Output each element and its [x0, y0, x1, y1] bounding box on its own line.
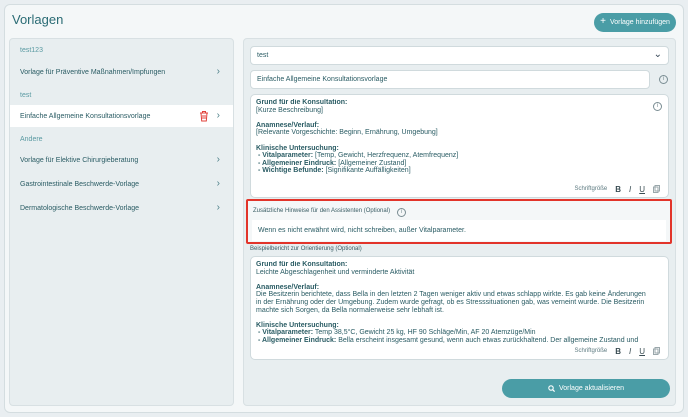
example-report-content[interactable]: Grund für die Konsultation: Leichte Abges…: [256, 261, 650, 345]
editor-line: [Kurze Beschreibung]: [256, 107, 650, 115]
group-title-test123: test123: [20, 47, 43, 54]
trash-icon[interactable]: [199, 110, 209, 122]
editor-line-text: Temp 38,5°C, Gewicht 25 kg, HF 90 Schläg…: [313, 329, 536, 337]
font-size-dropdown[interactable]: Schriftgröße: [575, 186, 608, 192]
underline-button[interactable]: U: [639, 347, 645, 356]
copy-icon[interactable]: [653, 185, 660, 193]
assistant-hints-section: Zusätzliche Hinweise für den Assistenten…: [246, 199, 672, 244]
template-item-preventive[interactable]: Vorlage für Präventive Maßnahmen/Impfung…: [10, 61, 233, 83]
editor-line-text: [Relevante Vorgeschichte: Beginn, Ernähr…: [256, 129, 438, 137]
template-item-general-consultation[interactable]: Einfache Allgemeine Konsultationsvorlage…: [10, 105, 233, 127]
editor-line: - Allgemeiner Eindruck: [Allgemeiner Zus…: [256, 160, 650, 168]
editor-line-text: [Kurze Beschreibung]: [256, 106, 323, 114]
editor-line-text: [Allgemeiner Zustand]: [336, 159, 407, 167]
chevron-right-icon: ›: [216, 110, 220, 121]
editor-line-text: [Signifikante Auffälligkeiten]: [323, 167, 411, 175]
font-size-dropdown[interactable]: Schriftgröße: [575, 348, 608, 354]
editor-line-text: Leichte Abgeschlagenheit und verminderte…: [256, 268, 415, 276]
editor-line: Die Besitzerin berichtete, dass Bella in…: [256, 291, 650, 314]
template-item-label: Gastrointestinale Beschwerde-Vorlage: [20, 180, 140, 188]
template-list: test123 Vorlage für Präventive Maßnahmen…: [9, 38, 234, 406]
editor-line: [256, 137, 650, 145]
chevron-down-icon: ⌄: [653, 49, 662, 60]
template-item-label: Vorlage für Elektive Chirurgieberatung: [20, 156, 139, 164]
template-item-label: Einfache Allgemeine Konsultationsvorlage: [20, 112, 151, 120]
editor-line: - Vitalparameter: Temp 38,5°C, Gewicht 2…: [256, 329, 650, 337]
editor-line-heading: Grund für die Konsultation:: [256, 261, 348, 268]
info-icon[interactable]: i: [659, 75, 668, 84]
editor-line-heading: Anamnese/Verlauf:: [256, 283, 320, 291]
template-item-label: Vorlage für Präventive Maßnahmen/Impfung…: [20, 68, 166, 76]
editor-line: Leichte Abgeschlagenheit und verminderte…: [256, 269, 650, 277]
editor-line-text: Bella erscheint insgesamt gesund, wenn a…: [336, 336, 639, 344]
editor-line-heading: - Vitalparameter:: [256, 329, 314, 337]
editor-line-heading: Anamnese/Verlauf:: [256, 121, 320, 129]
add-template-button[interactable]: + Vorlage hinzufügen: [594, 13, 676, 32]
editor-line-heading: Klinische Untersuchung:: [256, 321, 339, 329]
update-template-button[interactable]: Vorlage aktualisieren: [502, 379, 670, 398]
editor-line-heading: Grund für die Konsultation:: [256, 99, 348, 106]
editor-line: Grund für die Konsultation:: [256, 261, 650, 269]
example-editor-toolbar: Schriftgröße B I U: [574, 345, 660, 357]
plus-icon: +: [600, 16, 606, 27]
editor-line: - Allgemeiner Eindruck: Bella erscheint …: [256, 337, 650, 345]
template-editor-content[interactable]: Grund für die Konsultation: [Kurze Beschr…: [256, 99, 650, 183]
editor-line-text: Die Besitzerin berichtete, dass Bella in…: [256, 291, 648, 314]
template-item-gastro[interactable]: Gastrointestinale Beschwerde-Vorlage ›: [10, 173, 233, 195]
group-title-test: test: [20, 92, 32, 99]
group-title-andere: Andere: [20, 136, 43, 143]
example-report-editor[interactable]: Grund für die Konsultation: Leichte Abges…: [250, 256, 669, 360]
template-item-elective-surgery[interactable]: Vorlage für Elektive Chirurgieberatung ›: [10, 149, 233, 171]
template-editor[interactable]: Grund für die Konsultation: [Kurze Beschr…: [250, 94, 669, 198]
example-report-label: Beispielbericht zur Orientierung (Option…: [250, 246, 362, 252]
assistant-hints-label-text: Zusätzliche Hinweise für den Assistenten…: [253, 208, 391, 214]
template-name-input[interactable]: Einfache Allgemeine Konsultationsvorlage: [250, 70, 650, 89]
page-title: Vorlagen: [12, 12, 64, 27]
editor-line: Klinische Untersuchung:: [256, 145, 650, 153]
editor-line-heading: Klinische Untersuchung:: [256, 144, 339, 152]
add-template-label: Vorlage hinzufügen: [609, 19, 670, 26]
editor-line: - Vitalparameter: [Temp, Gewicht, Herzfr…: [256, 152, 650, 160]
italic-button[interactable]: I: [629, 185, 631, 194]
bold-button[interactable]: B: [615, 185, 621, 194]
info-icon[interactable]: i: [396, 208, 406, 217]
italic-button[interactable]: I: [629, 347, 631, 356]
editor-line-heading: - Wichtige Befunde:: [256, 167, 324, 175]
search-icon: [548, 385, 555, 392]
assistant-hints-input[interactable]: Wenn es nicht erwähnt wird, nicht schrei…: [252, 220, 666, 241]
bold-button[interactable]: B: [615, 347, 621, 356]
info-icon[interactable]: i: [653, 102, 662, 111]
editor-line: Grund für die Konsultation:: [256, 99, 650, 107]
assistant-hints-label: Zusätzliche Hinweise für den Assistenten…: [253, 207, 406, 217]
chevron-right-icon: ›: [216, 178, 220, 189]
editor-line-heading: - Allgemeiner Eindruck:: [256, 336, 337, 344]
editor-line: Anamnese/Verlauf:: [256, 122, 650, 130]
template-item-label: Dermatologische Beschwerde-Vorlage: [20, 204, 140, 212]
editor-line: [256, 276, 650, 284]
underline-button[interactable]: U: [639, 185, 645, 194]
editor-line-heading: - Allgemeiner Eindruck:: [256, 159, 337, 167]
chevron-right-icon: ›: [216, 66, 220, 77]
chevron-right-icon: ›: [216, 154, 220, 165]
copy-icon[interactable]: [653, 347, 660, 355]
editor-line-heading: - Vitalparameter:: [256, 152, 314, 160]
category-select[interactable]: test ⌄: [250, 46, 669, 65]
chevron-right-icon: ›: [216, 202, 220, 213]
editor-line: [256, 314, 650, 322]
editor-line: [Relevante Vorgeschichte: Beginn, Ernähr…: [256, 129, 650, 137]
editor-line: [256, 114, 650, 122]
update-template-label: Vorlage aktualisieren: [559, 385, 624, 392]
editor-line: - Wichtige Befunde: [Signifikante Auffäl…: [256, 167, 650, 175]
template-editor-toolbar: Schriftgröße B I U: [574, 183, 660, 195]
template-item-derma[interactable]: Dermatologische Beschwerde-Vorlage ›: [10, 197, 233, 219]
editor-line-text: [Temp, Gewicht, Herzfrequenz, Atemfreque…: [313, 152, 459, 160]
category-select-value: test: [257, 52, 269, 59]
